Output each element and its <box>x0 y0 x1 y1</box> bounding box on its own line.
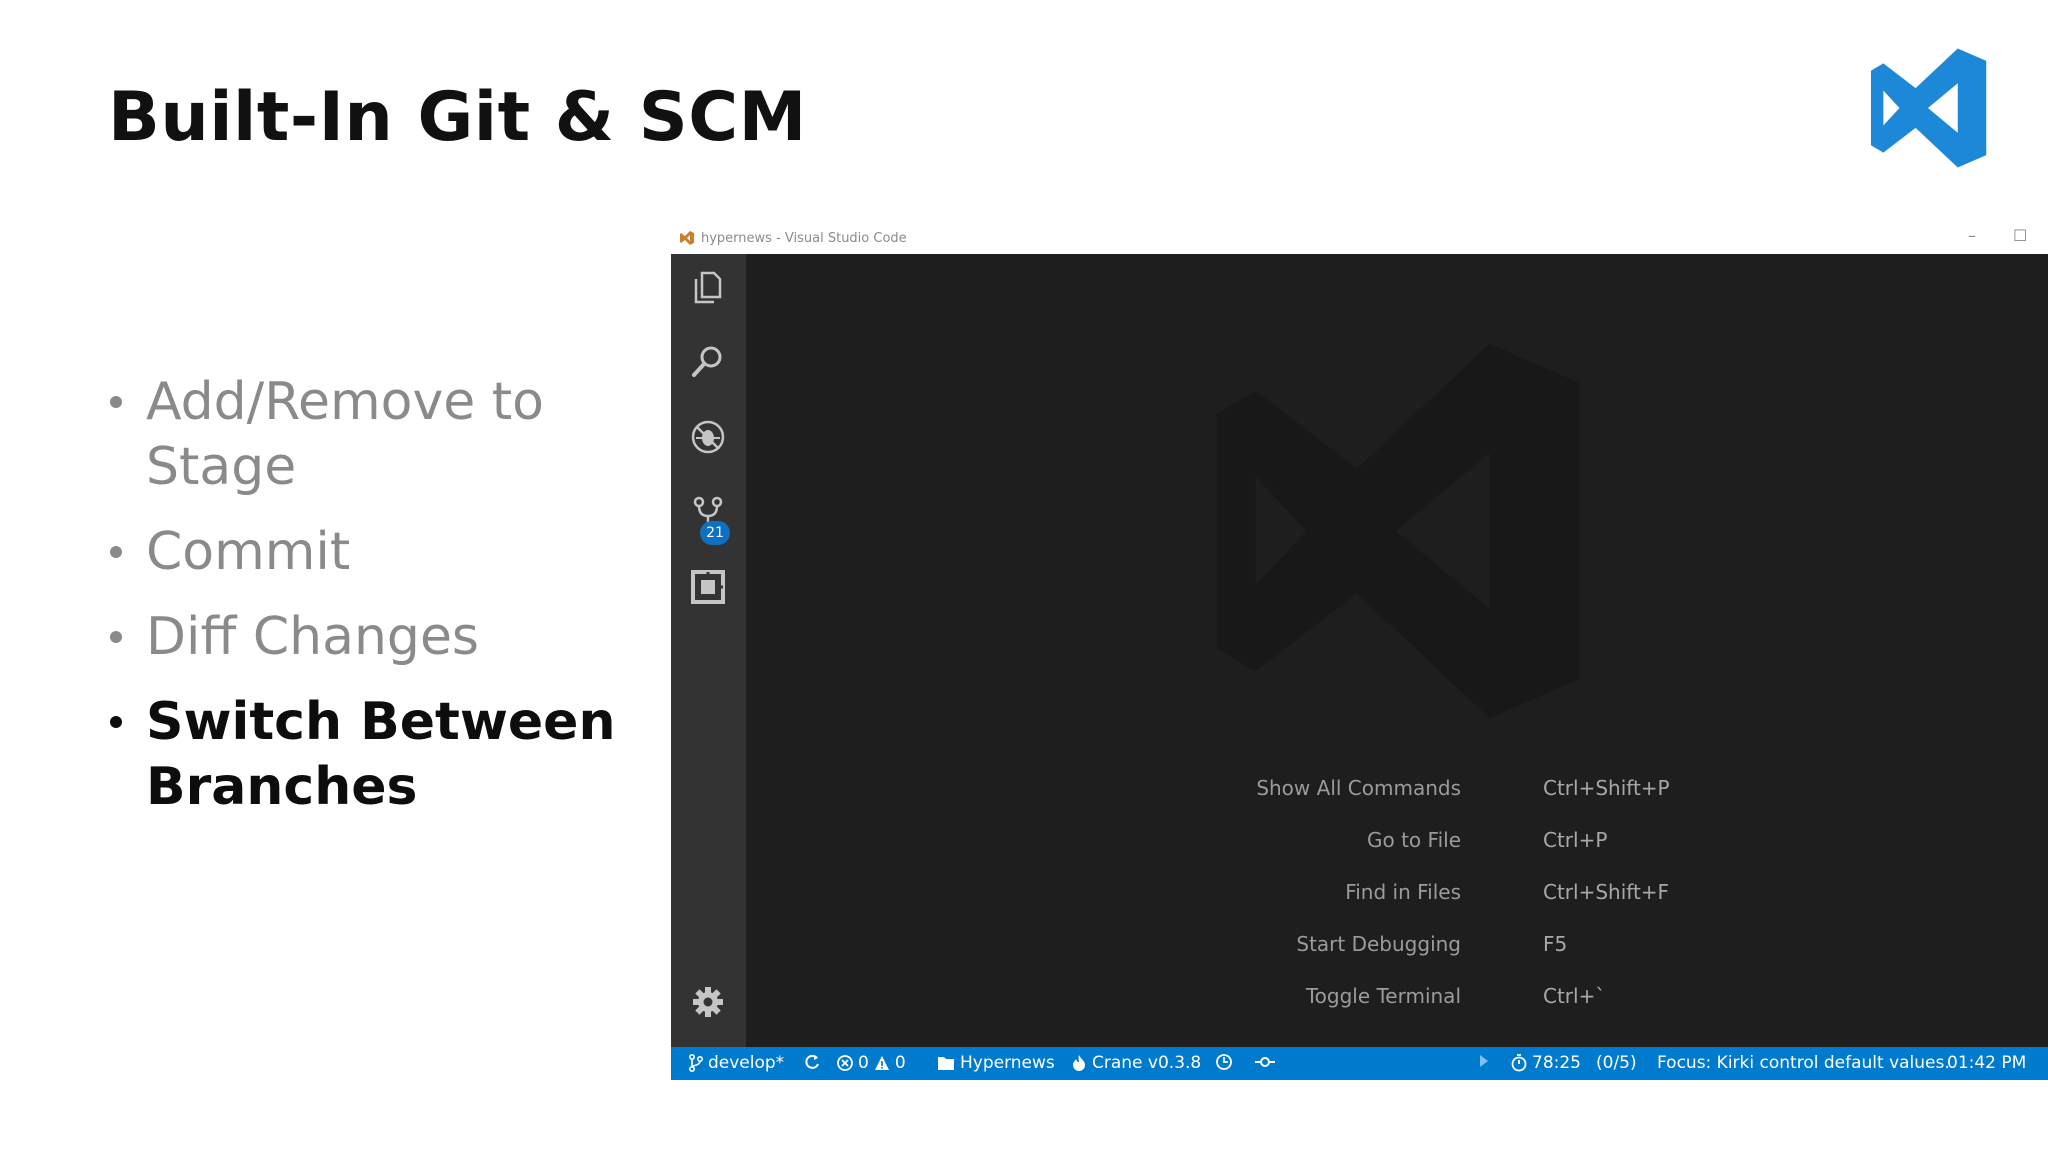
error-count: 0 <box>858 1053 869 1073</box>
activity-debug[interactable] <box>671 404 746 464</box>
progress-value: (0/5) <box>1596 1053 1637 1073</box>
error-icon <box>837 1055 853 1071</box>
activity-bar: 21 <box>671 254 746 1047</box>
problems-status[interactable]: 0 0 <box>837 1053 906 1073</box>
crane-version: Crane v0.3.8 <box>1092 1053 1202 1073</box>
shortcut-key: Ctrl+Shift+F <box>1543 880 1670 904</box>
shortcut-row[interactable]: Find in Files Ctrl+Shift+F <box>746 880 2048 910</box>
bullet-item: Commit <box>108 520 668 585</box>
activity-source-control[interactable]: 21 <box>671 479 746 545</box>
clock-status: 01:42 PM <box>1947 1053 2026 1073</box>
folder-name: Hypernews <box>960 1053 1055 1073</box>
activity-settings[interactable] <box>671 969 746 1029</box>
shortcut-command: Show All Commands <box>1256 776 1461 800</box>
progress-status[interactable]: (0/5) <box>1596 1053 1637 1073</box>
commit-button[interactable] <box>1255 1053 1275 1071</box>
shortcut-key: Ctrl+Shift+P <box>1543 776 1670 800</box>
focus-text: Focus: Kirki control default values. <box>1657 1053 1950 1073</box>
scm-changes-badge: 21 <box>700 521 730 545</box>
warning-icon <box>874 1056 889 1070</box>
history-icon <box>1216 1054 1232 1070</box>
status-bar: develop* 0 0 Hypernews Crane v0.3.8 78:2… <box>671 1047 2048 1080</box>
git-branch-icon <box>689 1054 703 1072</box>
folder-status[interactable]: Hypernews <box>937 1053 1055 1073</box>
branch-status[interactable]: develop* <box>689 1053 784 1073</box>
shortcut-command: Start Debugging <box>1296 932 1461 956</box>
timer-status[interactable]: 78:25 <box>1511 1053 1581 1073</box>
history-button[interactable] <box>1215 1053 1233 1071</box>
shortcut-row[interactable]: Start Debugging F5 <box>746 932 2048 962</box>
timer-value: 78:25 <box>1532 1053 1581 1073</box>
clock-time: 01:42 PM <box>1947 1053 2027 1073</box>
sync-icon <box>805 1054 819 1069</box>
bullet-item: Add/Remove to Stage <box>108 370 668 500</box>
slide-title: Built-In Git & SCM <box>108 78 807 157</box>
crane-status[interactable]: Crane v0.3.8 <box>1071 1053 1201 1073</box>
explorer-icon <box>694 271 722 304</box>
bullet-item: Diff Changes <box>108 605 668 670</box>
vscode-logo-icon <box>1870 48 1987 168</box>
app-icon <box>680 231 694 245</box>
window-titlebar: hypernews - Visual Studio Code – ☐ <box>671 224 2048 254</box>
extensions-icon <box>691 570 725 604</box>
git-commit-icon <box>1255 1057 1275 1067</box>
vscode-watermark-icon <box>1216 343 1580 719</box>
maximize-button[interactable]: ☐ <box>2013 226 2027 245</box>
play-button[interactable] <box>1479 1053 1489 1069</box>
branch-name: develop* <box>708 1053 785 1073</box>
shortcut-row[interactable]: Go to File Ctrl+P <box>746 828 2048 858</box>
focus-status[interactable]: Focus: Kirki control default values. <box>1657 1053 1950 1073</box>
shortcut-command: Find in Files <box>1345 880 1461 904</box>
shortcut-key: F5 <box>1543 932 1568 956</box>
activity-explorer[interactable] <box>671 254 746 314</box>
shortcut-row[interactable]: Toggle Terminal Ctrl+` <box>746 984 2048 1014</box>
bullet-list: Add/Remove to Stage Commit Diff Changes … <box>108 370 668 840</box>
sync-button[interactable] <box>803 1053 821 1071</box>
shortcut-command: Toggle Terminal <box>1305 984 1461 1008</box>
window-title: hypernews - Visual Studio Code <box>701 231 907 246</box>
activity-search[interactable] <box>671 328 746 388</box>
activity-extensions[interactable] <box>671 554 746 614</box>
stopwatch-icon <box>1511 1054 1527 1072</box>
flame-icon <box>1073 1055 1085 1071</box>
shortcut-command: Go to File <box>1367 828 1461 852</box>
editor-area: Show All Commands Ctrl+Shift+P Go to Fil… <box>746 254 2048 1047</box>
shortcut-row[interactable]: Show All Commands Ctrl+Shift+P <box>746 776 2048 806</box>
minimize-button[interactable]: – <box>1968 226 1976 245</box>
settings-gear-icon <box>693 987 723 1017</box>
shortcut-key: Ctrl+` <box>1543 984 1606 1008</box>
bullet-item-active: Switch Between Branches <box>108 690 668 820</box>
folder-icon <box>938 1057 954 1070</box>
shortcut-key: Ctrl+P <box>1543 828 1608 852</box>
vscode-window: hypernews - Visual Studio Code – ☐ 21 Sh… <box>671 224 2048 1080</box>
warning-count: 0 <box>894 1053 906 1073</box>
play-icon <box>1480 1055 1488 1067</box>
debug-icon <box>691 420 725 454</box>
search-icon <box>692 346 722 377</box>
